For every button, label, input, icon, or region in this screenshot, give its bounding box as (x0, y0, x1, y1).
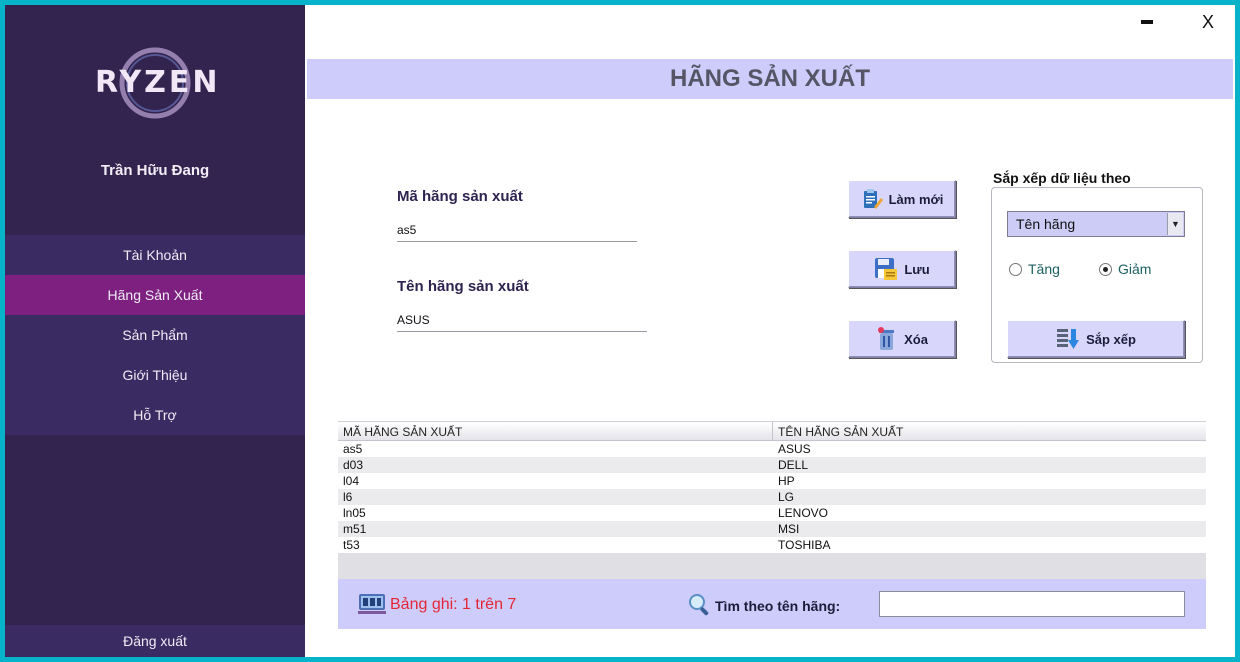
cell-code: m51 (343, 522, 367, 536)
radio-indicator (1009, 262, 1022, 276)
sort-field-value: Tên hãng (1016, 216, 1076, 232)
sidebar-item-label: Hãng Sản Xuất (107, 287, 203, 303)
cell-name: TOSHIBA (778, 538, 831, 552)
cell-code: l6 (343, 490, 353, 504)
minimize-button[interactable] (1134, 9, 1160, 35)
delete-label: Xóa (904, 331, 928, 347)
trash-icon (878, 327, 895, 350)
logo-text: RYZEN (95, 65, 221, 100)
sort-asc-label: Tăng (1028, 261, 1060, 277)
cell-code: d03 (343, 458, 364, 472)
record-counter-icon (358, 594, 386, 614)
sidebar-item-label: Tài Khoản (123, 247, 187, 263)
sort-button[interactable]: Sắp xếp (1007, 320, 1185, 358)
cell-name: DELL (778, 458, 809, 472)
user-name: Trần Hữu Đang (100, 162, 210, 179)
sidebar-item-label: Giới Thiệu (122, 367, 188, 383)
code-field[interactable] (397, 221, 637, 242)
save-label: Lưu (904, 261, 930, 277)
record-count: Bảng ghi: 1 trên 7 (390, 596, 517, 613)
logout-button[interactable]: Đăng xuất (5, 625, 305, 657)
cell-name: LG (778, 490, 795, 504)
search-label: Tìm theo tên hãng: (715, 598, 841, 614)
search-icon (689, 594, 709, 616)
table-row[interactable]: m51 MSI (338, 521, 1206, 537)
refresh-button[interactable]: Làm mới (848, 180, 956, 218)
name-label: Tên hãng sản xuất (397, 278, 529, 295)
name-field[interactable] (397, 311, 647, 332)
table-footer: Bảng ghi: 1 trên 7 Tìm theo tên hãng: (338, 579, 1206, 629)
column-header-code[interactable]: MÃ HÃNG SẢN XUẤT (338, 422, 773, 440)
refresh-label: Làm mới (888, 191, 944, 207)
ryzen-logo: RYZEN (75, 43, 235, 123)
table-row[interactable]: as5 ASUS (338, 441, 1206, 457)
sort-down-icon (1057, 329, 1080, 349)
cell-name: HP (778, 474, 795, 488)
search-input[interactable] (879, 591, 1185, 617)
cell-name: MSI (778, 522, 800, 536)
close-button[interactable]: X (1195, 9, 1221, 35)
table-row[interactable]: t53 TOSHIBA (338, 537, 1206, 553)
sidebar-item-account[interactable]: Tài Khoản (5, 235, 305, 275)
sidebar-item-about[interactable]: Giới Thiệu (5, 355, 305, 395)
sidebar: RYZEN Trần Hữu Đang Tài Khoản Hãng Sản X… (5, 5, 305, 657)
sidebar-item-label: Sản Phẩm (122, 327, 188, 343)
cell-code: as5 (343, 442, 363, 456)
table-row[interactable]: d03 DELL (338, 457, 1206, 473)
delete-button[interactable]: Xóa (848, 320, 956, 358)
sort-field-select[interactable]: Tên hãng ▼ (1007, 211, 1185, 237)
table-row[interactable]: ln05 LENOVO (338, 505, 1206, 521)
manufacturer-table[interactable]: MÃ HÃNG SẢN XUẤT TÊN HÃNG SẢN XUẤT as5 A… (338, 421, 1206, 579)
radio-indicator (1099, 262, 1112, 276)
save-button[interactable]: Lưu (848, 250, 956, 288)
clipboard-edit-icon (863, 189, 883, 209)
sort-button-label: Sắp xếp (1086, 331, 1136, 347)
logout-label: Đăng xuất (123, 633, 187, 649)
table-row[interactable]: l6 LG (338, 489, 1206, 505)
sort-desc-radio[interactable]: Giảm (1099, 261, 1151, 277)
app-window: RYZEN Trần Hữu Đang Tài Khoản Hãng Sản X… (5, 5, 1235, 657)
table-header: MÃ HÃNG SẢN XUẤT TÊN HÃNG SẢN XUẤT (338, 421, 1206, 441)
cell-code: l04 (343, 474, 360, 488)
column-header-name[interactable]: TÊN HÃNG SẢN XUẤT (773, 422, 908, 440)
cell-code: ln05 (343, 506, 366, 520)
sidebar-item-support[interactable]: Hỗ Trợ (5, 395, 305, 435)
cell-name: ASUS (778, 442, 811, 456)
cell-name: LENOVO (778, 506, 829, 520)
cell-code: t53 (343, 538, 360, 552)
sidebar-item-products[interactable]: Sản Phẩm (5, 315, 305, 355)
sidebar-item-label: Hỗ Trợ (133, 407, 177, 423)
sort-asc-radio[interactable]: Tăng (1009, 261, 1060, 277)
sort-title: Sắp xếp dữ liệu theo (993, 170, 1131, 186)
page-title: HÃNG SẢN XUẤT (307, 59, 1233, 99)
table-row[interactable]: l04 HP (338, 473, 1206, 489)
sort-desc-label: Giảm (1118, 261, 1152, 277)
save-icon (875, 258, 898, 280)
sidebar-item-manufacturer[interactable]: Hãng Sản Xuất (5, 275, 305, 315)
minimize-icon (1141, 20, 1153, 24)
code-label: Mã hãng sản xuất (397, 188, 523, 205)
chevron-down-icon[interactable]: ▼ (1167, 213, 1183, 235)
